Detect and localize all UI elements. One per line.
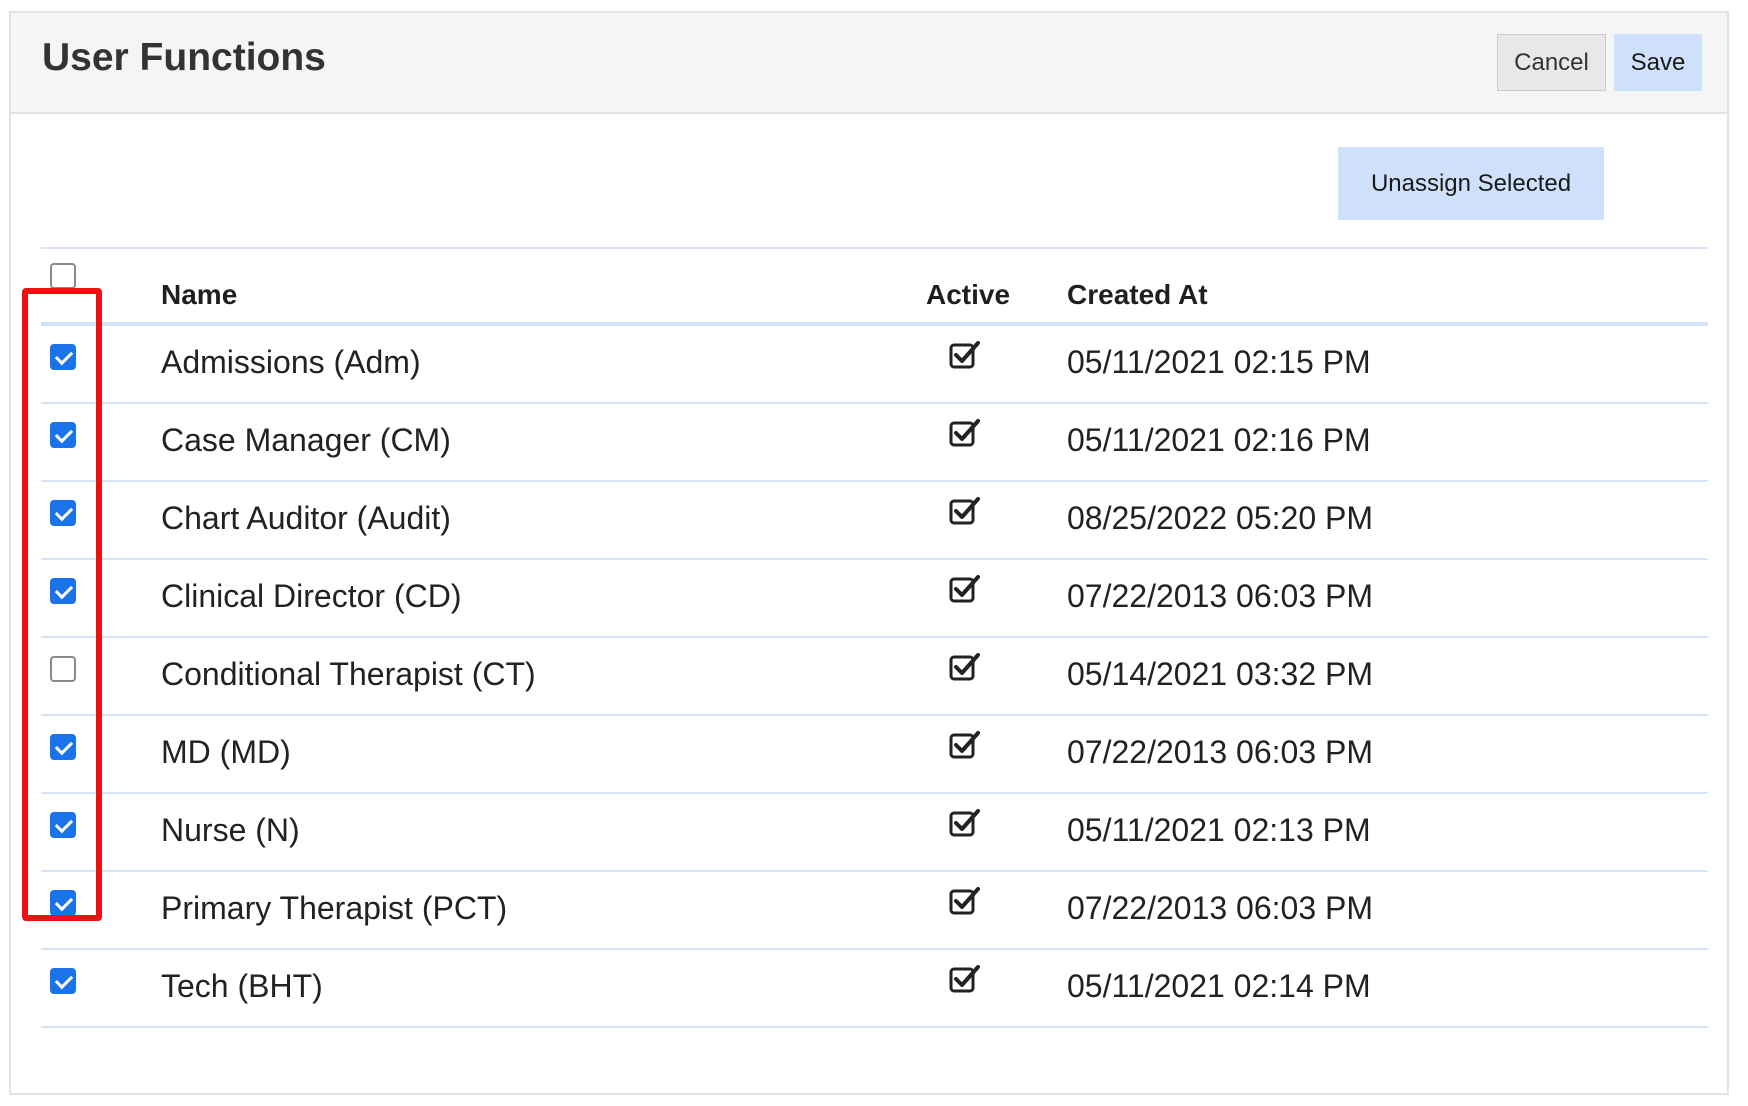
row-select-checkbox[interactable] xyxy=(50,500,76,526)
row-select-checkbox[interactable] xyxy=(50,578,76,604)
table-body: Admissions (Adm) 05/11/2021 02:15 PM Case … xyxy=(41,326,1708,1028)
column-header-created-at[interactable]: Created At xyxy=(1067,277,1208,313)
page-title: User Functions xyxy=(42,36,326,79)
table-row: Admissions (Adm) 05/11/2021 02:15 PM xyxy=(41,326,1708,404)
check-square-icon xyxy=(948,494,984,530)
table-row: Primary Therapist (PCT) 07/22/2013 06:03 … xyxy=(41,872,1708,950)
function-name: Admissions (Adm) xyxy=(161,344,421,380)
check-square-icon xyxy=(948,962,984,998)
check-square-icon xyxy=(948,884,984,920)
function-name: Tech (BHT) xyxy=(161,968,323,1004)
check-square-icon xyxy=(948,650,984,686)
created-at: 05/11/2021 02:15 PM xyxy=(1067,344,1371,380)
table-row: Clinical Director (CD) 07/22/2013 06:03 P… xyxy=(41,560,1708,638)
row-select-cell xyxy=(50,812,76,838)
row-select-cell xyxy=(50,734,76,760)
column-header-name[interactable]: Name xyxy=(161,277,237,313)
row-select-cell xyxy=(50,968,76,994)
created-at: 05/11/2021 02:14 PM xyxy=(1067,968,1371,1004)
cancel-button[interactable]: Cancel xyxy=(1497,34,1606,91)
function-name: Conditional Therapist (CT) xyxy=(161,656,536,692)
table-row: Nurse (N) 05/11/2021 02:13 PM xyxy=(41,794,1708,872)
row-select-cell xyxy=(50,890,76,916)
function-name: Primary Therapist (PCT) xyxy=(161,890,508,926)
column-header-active[interactable]: Active xyxy=(926,277,1010,313)
function-name: MD (MD) xyxy=(161,734,291,770)
table-header-row: Name Active Created At xyxy=(41,249,1708,326)
table-row: Tech (BHT) 05/11/2021 02:14 PM xyxy=(41,950,1708,1028)
select-all-checkbox[interactable] xyxy=(50,263,76,289)
function-name: Case Manager (CM) xyxy=(161,422,451,458)
created-at: 07/22/2013 06:03 PM xyxy=(1067,578,1374,614)
row-select-cell xyxy=(50,500,76,526)
row-select-cell xyxy=(50,344,76,370)
check-square-icon xyxy=(948,416,984,452)
created-at: 05/11/2021 02:16 PM xyxy=(1067,422,1371,458)
panel-header: User Functions Cancel Save xyxy=(11,13,1727,114)
table-row: Chart Auditor (Audit) 08/25/2022 05:20 PM xyxy=(41,482,1708,560)
check-square-icon xyxy=(948,572,984,608)
check-square-icon xyxy=(948,806,984,842)
row-select-cell xyxy=(50,422,76,448)
created-at: 07/22/2013 06:03 PM xyxy=(1067,890,1374,926)
check-square-icon xyxy=(948,728,984,764)
row-select-checkbox[interactable] xyxy=(50,734,76,760)
row-select-checkbox[interactable] xyxy=(50,422,76,448)
row-select-cell xyxy=(50,578,76,604)
save-button[interactable]: Save xyxy=(1614,34,1702,91)
row-select-cell xyxy=(50,656,76,682)
table-row: Case Manager (CM) 05/11/2021 02:16 PM xyxy=(41,404,1708,482)
function-name: Clinical Director (CD) xyxy=(161,578,462,614)
table-row: Conditional Therapist (CT) 05/14/2021 03:… xyxy=(41,638,1708,716)
created-at: 07/22/2013 06:03 PM xyxy=(1067,734,1374,770)
created-at: 08/25/2022 05:20 PM xyxy=(1067,500,1374,536)
check-square-icon xyxy=(948,338,984,374)
function-name: Nurse (N) xyxy=(161,812,300,848)
user-functions-panel: User Functions Cancel Save Unassign Sele… xyxy=(9,11,1729,1095)
select-all-cell xyxy=(50,263,76,289)
table-row: MD (MD) 07/22/2013 06:03 PM xyxy=(41,716,1708,794)
function-name: Chart Auditor (Audit) xyxy=(161,500,451,536)
row-select-checkbox[interactable] xyxy=(50,656,76,682)
row-select-checkbox[interactable] xyxy=(50,812,76,838)
unassign-selected-button[interactable]: Unassign Selected xyxy=(1338,147,1604,220)
row-select-checkbox[interactable] xyxy=(50,890,76,916)
created-at: 05/14/2021 03:32 PM xyxy=(1067,656,1374,692)
row-select-checkbox[interactable] xyxy=(50,968,76,994)
created-at: 05/11/2021 02:13 PM xyxy=(1067,812,1371,848)
row-select-checkbox[interactable] xyxy=(50,344,76,370)
user-functions-table: Name Active Created At Admissions (Adm) 0… xyxy=(41,247,1708,1028)
